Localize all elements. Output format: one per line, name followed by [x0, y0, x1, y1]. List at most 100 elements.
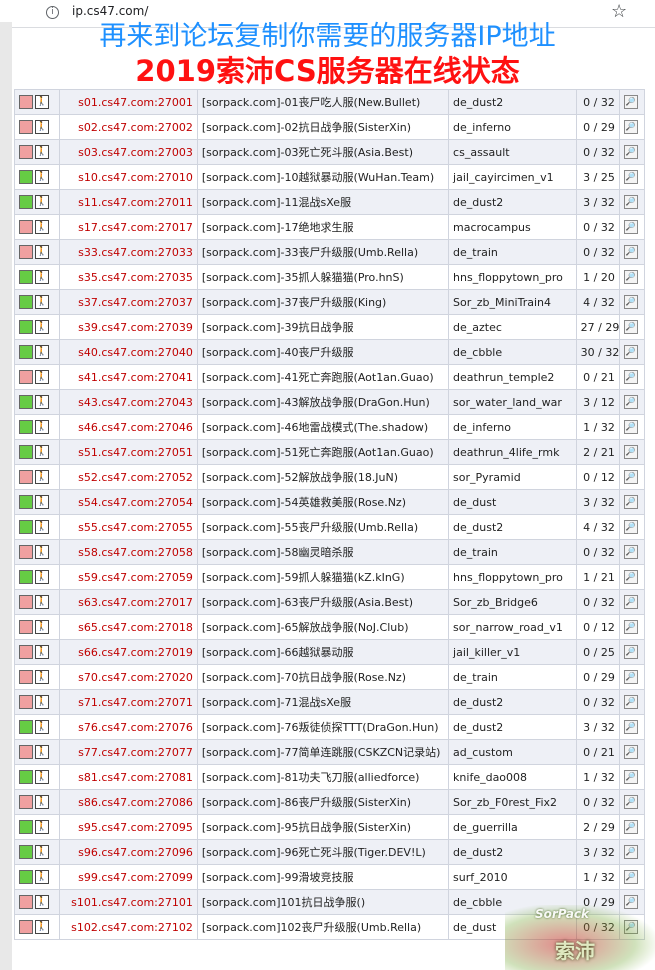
walking-man-icon[interactable]: 🚶: [35, 895, 49, 909]
server-address[interactable]: s03.cs47.com:27003: [60, 140, 197, 164]
magnifier-icon[interactable]: 🔎: [623, 745, 638, 759]
magnifier-icon[interactable]: 🔎: [623, 870, 638, 884]
walking-man-icon[interactable]: 🚶: [35, 695, 49, 709]
server-address[interactable]: s10.cs47.com:27010: [60, 165, 197, 189]
walking-man-icon[interactable]: 🚶: [35, 370, 49, 384]
server-address[interactable]: s95.cs47.com:27095: [60, 815, 197, 839]
server-address[interactable]: s70.cs47.com:27020: [60, 665, 197, 689]
magnifier-icon[interactable]: 🔎: [623, 195, 638, 209]
magnifier-icon[interactable]: 🔎: [623, 670, 638, 684]
walking-man-icon[interactable]: 🚶: [35, 795, 49, 809]
magnifier-icon[interactable]: 🔎: [623, 120, 638, 134]
magnifier-icon[interactable]: 🔎: [623, 420, 638, 434]
server-address[interactable]: s51.cs47.com:27051: [60, 440, 197, 464]
magnifier-icon[interactable]: 🔎: [623, 345, 638, 359]
walking-man-icon[interactable]: 🚶: [35, 445, 49, 459]
server-address[interactable]: s99.cs47.com:27099: [60, 865, 197, 889]
walking-man-icon[interactable]: 🚶: [35, 320, 49, 334]
magnifier-icon[interactable]: 🔎: [623, 520, 638, 534]
walking-man-icon[interactable]: 🚶: [35, 595, 49, 609]
walking-man-icon[interactable]: 🚶: [35, 295, 49, 309]
magnifier-icon[interactable]: 🔎: [623, 245, 638, 259]
magnifier-icon[interactable]: 🔎: [623, 495, 638, 509]
server-address[interactable]: s52.cs47.com:27052: [60, 465, 197, 489]
server-address[interactable]: s46.cs47.com:27046: [60, 415, 197, 439]
walking-man-icon[interactable]: 🚶: [35, 270, 49, 284]
server-address[interactable]: s37.cs47.com:27037: [60, 290, 197, 314]
server-address[interactable]: s35.cs47.com:27035: [60, 265, 197, 289]
magnifier-icon[interactable]: 🔎: [623, 170, 638, 184]
walking-man-icon[interactable]: 🚶: [35, 195, 49, 209]
server-address[interactable]: s66.cs47.com:27019: [60, 640, 197, 664]
server-address[interactable]: s43.cs47.com:27043: [60, 390, 197, 414]
server-address[interactable]: s71.cs47.com:27071: [60, 690, 197, 714]
server-address[interactable]: s63.cs47.com:27017: [60, 590, 197, 614]
walking-man-icon[interactable]: 🚶: [35, 870, 49, 884]
magnifier-icon[interactable]: 🔎: [623, 445, 638, 459]
magnifier-icon[interactable]: 🔎: [623, 820, 638, 834]
magnifier-icon[interactable]: 🔎: [623, 770, 638, 784]
server-address[interactable]: s01.cs47.com:27001: [60, 90, 197, 114]
magnifier-icon[interactable]: 🔎: [623, 695, 638, 709]
walking-man-icon[interactable]: 🚶: [35, 670, 49, 684]
server-address[interactable]: s40.cs47.com:27040: [60, 340, 197, 364]
magnifier-icon[interactable]: 🔎: [623, 320, 638, 334]
magnifier-icon[interactable]: 🔎: [623, 220, 638, 234]
server-address[interactable]: s77.cs47.com:27077: [60, 740, 197, 764]
server-address[interactable]: s102.cs47.com:27102: [60, 915, 197, 939]
walking-man-icon[interactable]: 🚶: [35, 420, 49, 434]
walking-man-icon[interactable]: 🚶: [35, 820, 49, 834]
magnifier-icon[interactable]: 🔎: [623, 570, 638, 584]
server-address[interactable]: s76.cs47.com:27076: [60, 715, 197, 739]
server-address[interactable]: s81.cs47.com:27081: [60, 765, 197, 789]
server-address[interactable]: s58.cs47.com:27058: [60, 540, 197, 564]
server-address[interactable]: s59.cs47.com:27059: [60, 565, 197, 589]
walking-man-icon[interactable]: 🚶: [35, 520, 49, 534]
server-address[interactable]: s33.cs47.com:27033: [60, 240, 197, 264]
server-address[interactable]: s41.cs47.com:27041: [60, 365, 197, 389]
magnifier-icon[interactable]: 🔎: [623, 370, 638, 384]
magnifier-icon[interactable]: 🔎: [623, 795, 638, 809]
magnifier-icon[interactable]: 🔎: [623, 645, 638, 659]
walking-man-icon[interactable]: 🚶: [35, 770, 49, 784]
walking-man-icon[interactable]: 🚶: [35, 495, 49, 509]
server-address[interactable]: s65.cs47.com:27018: [60, 615, 197, 639]
server-address[interactable]: s55.cs47.com:27055: [60, 515, 197, 539]
magnifier-icon[interactable]: 🔎: [623, 145, 638, 159]
magnifier-icon[interactable]: 🔎: [623, 295, 638, 309]
server-address[interactable]: s02.cs47.com:27002: [60, 115, 197, 139]
walking-man-icon[interactable]: 🚶: [35, 120, 49, 134]
server-address[interactable]: s86.cs47.com:27086: [60, 790, 197, 814]
server-address[interactable]: s11.cs47.com:27011: [60, 190, 197, 214]
walking-man-icon[interactable]: 🚶: [35, 920, 49, 934]
walking-man-icon[interactable]: 🚶: [35, 470, 49, 484]
walking-man-icon[interactable]: 🚶: [35, 745, 49, 759]
magnifier-icon[interactable]: 🔎: [623, 270, 638, 284]
walking-man-icon[interactable]: 🚶: [35, 545, 49, 559]
walking-man-icon[interactable]: 🚶: [35, 345, 49, 359]
magnifier-icon[interactable]: 🔎: [623, 720, 638, 734]
magnifier-icon[interactable]: 🔎: [623, 595, 638, 609]
walking-man-icon[interactable]: 🚶: [35, 720, 49, 734]
walking-man-icon[interactable]: 🚶: [35, 845, 49, 859]
magnifier-icon[interactable]: 🔎: [623, 845, 638, 859]
walking-man-icon[interactable]: 🚶: [35, 570, 49, 584]
walking-man-icon[interactable]: 🚶: [35, 170, 49, 184]
server-address[interactable]: s17.cs47.com:27017: [60, 215, 197, 239]
magnifier-icon[interactable]: 🔎: [623, 395, 638, 409]
magnifier-icon[interactable]: 🔎: [623, 545, 638, 559]
walking-man-icon[interactable]: 🚶: [35, 220, 49, 234]
server-address[interactable]: s54.cs47.com:27054: [60, 490, 197, 514]
walking-man-icon[interactable]: 🚶: [35, 620, 49, 634]
magnifier-icon[interactable]: 🔎: [623, 470, 638, 484]
magnifier-icon[interactable]: 🔎: [623, 620, 638, 634]
walking-man-icon[interactable]: 🚶: [35, 645, 49, 659]
magnifier-icon[interactable]: 🔎: [623, 95, 638, 109]
walking-man-icon[interactable]: 🚶: [35, 95, 49, 109]
server-address[interactable]: s39.cs47.com:27039: [60, 315, 197, 339]
walking-man-icon[interactable]: 🚶: [35, 245, 49, 259]
walking-man-icon[interactable]: 🚶: [35, 395, 49, 409]
server-address[interactable]: s101.cs47.com:27101: [60, 890, 197, 914]
walking-man-icon[interactable]: 🚶: [35, 145, 49, 159]
server-address[interactable]: s96.cs47.com:27096: [60, 840, 197, 864]
